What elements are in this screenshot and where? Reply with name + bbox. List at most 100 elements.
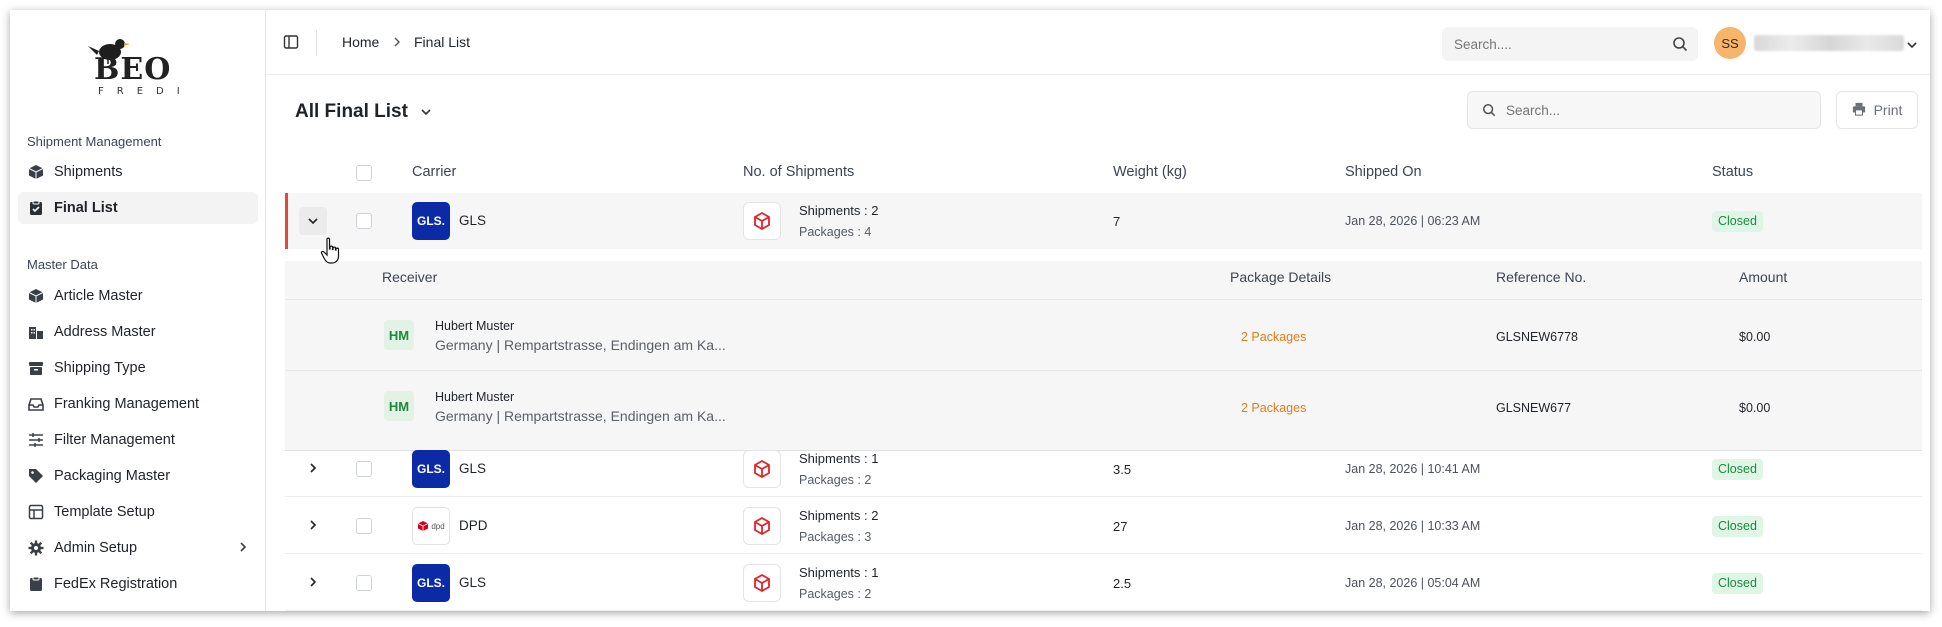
detail-row: HM Hubert Muster Germany | Rempartstrass… <box>285 299 1922 370</box>
box-icon <box>27 163 45 181</box>
sidebar-item-template-setup[interactable]: Template Setup <box>18 496 258 528</box>
package-count: Packages : 2 <box>799 587 872 601</box>
collapse-row-button[interactable] <box>299 207 327 235</box>
row-checkbox[interactable] <box>356 461 372 477</box>
shipped-on: Jan 28, 2026 | 10:33 AM <box>1345 519 1481 533</box>
list-search-input[interactable] <box>1506 92 1806 128</box>
sidebar-item-filter-management[interactable]: Filter Management <box>18 424 258 456</box>
gls-logo: GLS. <box>412 450 450 488</box>
sidebar-item-label: Franking Management <box>54 396 200 412</box>
status-badge: Closed <box>1712 459 1763 480</box>
print-label: Print <box>1873 102 1903 118</box>
app-window: BEO FREDI Shipment Management Shipments … <box>10 10 1930 611</box>
sidebar: BEO FREDI Shipment Management Shipments … <box>10 10 266 611</box>
row-checkbox[interactable] <box>356 213 372 229</box>
table-row[interactable]: GLS. GLS Shipments : 1 Packages : 2 2.5 … <box>285 555 1922 611</box>
breadcrumb-final-list: Final List <box>414 34 471 50</box>
section-title-master-data: Master Data <box>27 257 98 272</box>
divider <box>316 30 317 56</box>
sliders-icon <box>27 431 45 449</box>
list-search[interactable] <box>1467 91 1821 129</box>
sidebar-toggle-icon[interactable] <box>283 34 299 53</box>
sidebar-item-franking-management[interactable]: Franking Management <box>18 388 258 420</box>
column-header-carrier[interactable]: Carrier <box>412 164 456 180</box>
detail-header-reference-no: Reference No. <box>1496 269 1587 285</box>
package-details-link[interactable]: 2 Packages <box>1241 330 1306 344</box>
chevron-down-icon[interactable] <box>1906 37 1918 53</box>
clipboard-check-icon <box>27 199 45 217</box>
detail-header-receiver: Receiver <box>382 269 438 285</box>
package-details-link[interactable]: 2 Packages <box>1241 401 1306 415</box>
column-header-weight[interactable]: Weight (kg) <box>1113 164 1187 180</box>
sidebar-item-address-master[interactable]: Address Master <box>18 316 258 348</box>
breadcrumb-home[interactable]: Home <box>342 34 379 50</box>
expand-row-button[interactable] <box>299 512 327 540</box>
expand-row-button[interactable] <box>299 455 327 483</box>
receiver-address: Germany | Rempartstrasse, Endingen am Ka… <box>435 337 726 353</box>
printer-icon <box>1852 102 1866 119</box>
list-view-selector[interactable]: All Final List <box>295 101 432 123</box>
print-button[interactable]: Print <box>1836 91 1918 129</box>
sidebar-item-packaging-master[interactable]: Packaging Master <box>18 460 258 492</box>
column-header-shipments[interactable]: No. of Shipments <box>743 164 854 180</box>
user-name-redacted[interactable] <box>1754 35 1904 51</box>
table-row[interactable]: GLS. GLS Shipments : 1 Packages : 2 3.5 … <box>285 441 1922 497</box>
chevron-right-icon <box>308 461 318 477</box>
section-title-shipment-management: Shipment Management <box>27 134 162 149</box>
search-icon <box>1482 103 1496 120</box>
logo[interactable]: BEO FREDI <box>84 34 204 98</box>
weight: 3.5 <box>1113 462 1132 477</box>
shipped-on: Jan 28, 2026 | 10:41 AM <box>1345 462 1481 476</box>
search-icon[interactable] <box>1672 36 1688 55</box>
carrier-logo-text: GLS. <box>416 576 445 590</box>
header-search-input[interactable] <box>1454 27 1654 61</box>
amount: $0.00 <box>1739 330 1771 344</box>
sidebar-item-shipping-type[interactable]: Shipping Type <box>18 352 258 384</box>
carrier-name: DPD <box>459 518 488 533</box>
row-checkbox[interactable] <box>356 518 372 534</box>
receiver-address: Germany | Rempartstrasse, Endingen am Ka… <box>435 408 726 424</box>
sidebar-item-label: Packaging Master <box>54 468 171 484</box>
receiver-name: Hubert Muster <box>435 390 515 404</box>
weight: 2.5 <box>1113 576 1132 591</box>
carrier-logo-text: GLS. <box>416 214 445 228</box>
shipment-count: Shipments : 1 <box>799 565 879 580</box>
select-all-checkbox[interactable] <box>356 165 372 181</box>
avatar[interactable]: SS <box>1714 27 1746 59</box>
clipboard-icon <box>27 575 45 593</box>
chevron-right-icon <box>308 575 318 591</box>
status-badge: Closed <box>1712 211 1763 232</box>
package-icon <box>743 564 781 602</box>
detail-header-amount: Amount <box>1739 269 1788 285</box>
column-header-status[interactable]: Status <box>1712 164 1753 180</box>
sidebar-item-fedex-registration[interactable]: FedEx Registration <box>18 568 258 600</box>
column-header-shipped-on[interactable]: Shipped On <box>1345 164 1422 180</box>
package-count: Packages : 3 <box>799 530 872 544</box>
sidebar-item-article-master[interactable]: Article Master <box>18 280 258 312</box>
weight: 7 <box>1113 214 1121 229</box>
amount: $0.00 <box>1739 401 1771 415</box>
row-checkbox[interactable] <box>356 575 372 591</box>
gls-logo: GLS. <box>412 564 450 602</box>
carrier-name: GLS <box>459 575 487 590</box>
sidebar-item-label: Shipments <box>54 164 123 180</box>
sidebar-item-final-list[interactable]: Final List <box>18 192 258 224</box>
shipment-count: Shipments : 1 <box>799 451 879 466</box>
weight: 27 <box>1113 519 1128 534</box>
hand-cursor-icon <box>320 237 342 268</box>
building-icon <box>27 323 45 341</box>
page-title: All Final List <box>295 101 408 122</box>
logo-subtext: FREDI <box>98 86 193 97</box>
inbox-icon <box>27 395 45 413</box>
table-row[interactable]: GLS. GLS Shipments : 2 Packages : 4 7 Ja… <box>285 193 1922 249</box>
table-row[interactable]: dpd DPD Shipments : 2 Packages : 3 27 Ja… <box>285 498 1922 554</box>
package-icon <box>743 507 781 545</box>
reference-number: GLSNEW677 <box>1496 401 1572 415</box>
gear-icon <box>27 539 45 557</box>
sidebar-item-admin-setup[interactable]: Admin Setup <box>18 532 258 564</box>
sidebar-item-label: Template Setup <box>54 504 155 520</box>
sidebar-item-shipments[interactable]: Shipments <box>18 156 258 188</box>
header-search[interactable] <box>1442 27 1698 61</box>
tag-icon <box>27 467 45 485</box>
expand-row-button[interactable] <box>299 569 327 597</box>
